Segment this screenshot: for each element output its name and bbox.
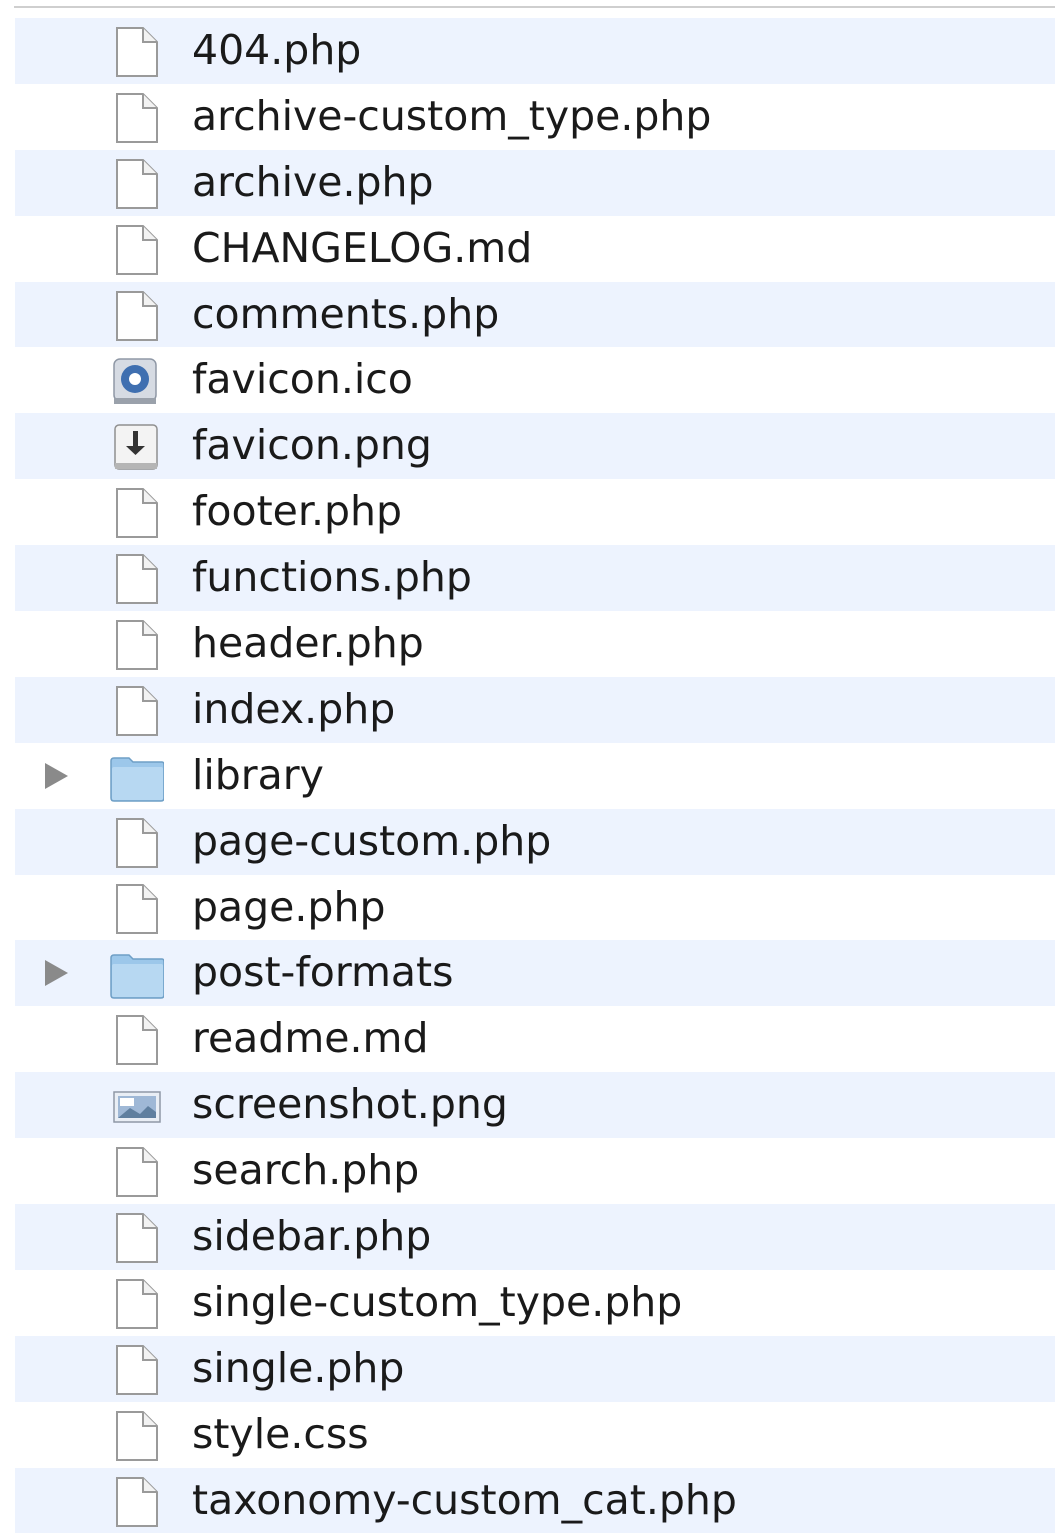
document-icon [110, 1344, 164, 1396]
file-name: style.css [192, 1409, 369, 1458]
document-icon [110, 1476, 164, 1528]
disclosure-triangle-icon[interactable] [45, 762, 68, 789]
file-name: favicon.png [192, 421, 432, 470]
file-row[interactable]: footer.php [15, 479, 1055, 546]
file-row[interactable]: header.php [15, 611, 1055, 677]
document-icon [110, 1278, 164, 1330]
document-icon [110, 224, 164, 276]
file-name: comments.php [192, 289, 500, 338]
document-icon [110, 553, 164, 605]
disclosure-triangle-icon[interactable] [45, 960, 68, 987]
file-row[interactable]: archive.php [15, 149, 1055, 216]
document-icon [110, 619, 164, 671]
file-row[interactable]: style.css [15, 1401, 1055, 1468]
file-name: archive.php [192, 157, 434, 206]
file-name: search.php [192, 1146, 420, 1195]
file-name: post-formats [192, 948, 454, 997]
file-row[interactable]: archive-custom_type.php [15, 83, 1055, 150]
file-row[interactable]: taxonomy-custom_cat.php [15, 1467, 1055, 1534]
file-row[interactable]: favicon.ico [15, 347, 1055, 414]
file-name: 404.php [192, 26, 362, 74]
file-name: header.php [192, 619, 424, 668]
file-name: index.php [192, 684, 396, 733]
document-icon [110, 290, 164, 342]
document-icon [110, 92, 164, 144]
file-name: page-custom.php [192, 816, 552, 865]
document-icon [110, 158, 164, 210]
document-icon [110, 1014, 164, 1066]
file-row[interactable]: readme.md [15, 1006, 1055, 1073]
file-row[interactable]: CHANGELOG.md [15, 215, 1055, 282]
file-name: single-custom_type.php [192, 1277, 683, 1326]
folder-icon [110, 948, 164, 1000]
file-name: favicon.ico [192, 355, 413, 404]
file-name: taxonomy-custom_cat.php [192, 1475, 737, 1524]
file-row[interactable]: search.php [15, 1138, 1055, 1205]
file-row[interactable]: index.php [15, 676, 1055, 743]
file-browser: 404.php archive-custom_type.php archive.ph… [0, 0, 1055, 1534]
file-list: 404.php archive-custom_type.php archive.ph… [15, 18, 1055, 1534]
file-name: archive-custom_type.php [192, 91, 712, 140]
file-row[interactable]: favicon.png [15, 413, 1055, 480]
png-file-icon [110, 421, 164, 473]
file-row[interactable]: 404.php [15, 18, 1055, 84]
file-name: library [192, 750, 324, 799]
file-name: page.php [192, 882, 386, 931]
list-top-border [14, 6, 1055, 8]
file-name: screenshot.png [192, 1080, 508, 1129]
document-icon [110, 1212, 164, 1264]
document-icon [110, 1410, 164, 1462]
folder-row[interactable]: library [15, 742, 1055, 809]
file-name: sidebar.php [192, 1212, 432, 1261]
document-icon [110, 1146, 164, 1198]
file-row[interactable]: comments.php [15, 281, 1055, 348]
file-row[interactable]: sidebar.php [15, 1204, 1055, 1270]
file-row[interactable]: page-custom.php [15, 808, 1055, 875]
document-icon [110, 883, 164, 935]
document-icon [110, 487, 164, 539]
file-name: functions.php [192, 553, 472, 602]
ico-file-icon [110, 355, 164, 407]
folder-row[interactable]: post-formats [15, 940, 1055, 1007]
file-name: footer.php [192, 487, 403, 536]
file-name: single.php [192, 1343, 405, 1392]
document-icon [110, 26, 164, 78]
file-row[interactable]: page.php [15, 874, 1055, 941]
file-row[interactable]: functions.php [15, 545, 1055, 612]
document-icon [110, 817, 164, 869]
file-row[interactable]: single-custom_type.php [15, 1269, 1055, 1336]
file-name: CHANGELOG.md [192, 223, 533, 272]
file-row[interactable]: single.php [15, 1335, 1055, 1402]
folder-icon [110, 751, 164, 803]
document-icon [110, 685, 164, 737]
image-file-icon [110, 1080, 164, 1132]
file-name: readme.md [192, 1014, 429, 1063]
file-row[interactable]: screenshot.png [15, 1072, 1055, 1139]
